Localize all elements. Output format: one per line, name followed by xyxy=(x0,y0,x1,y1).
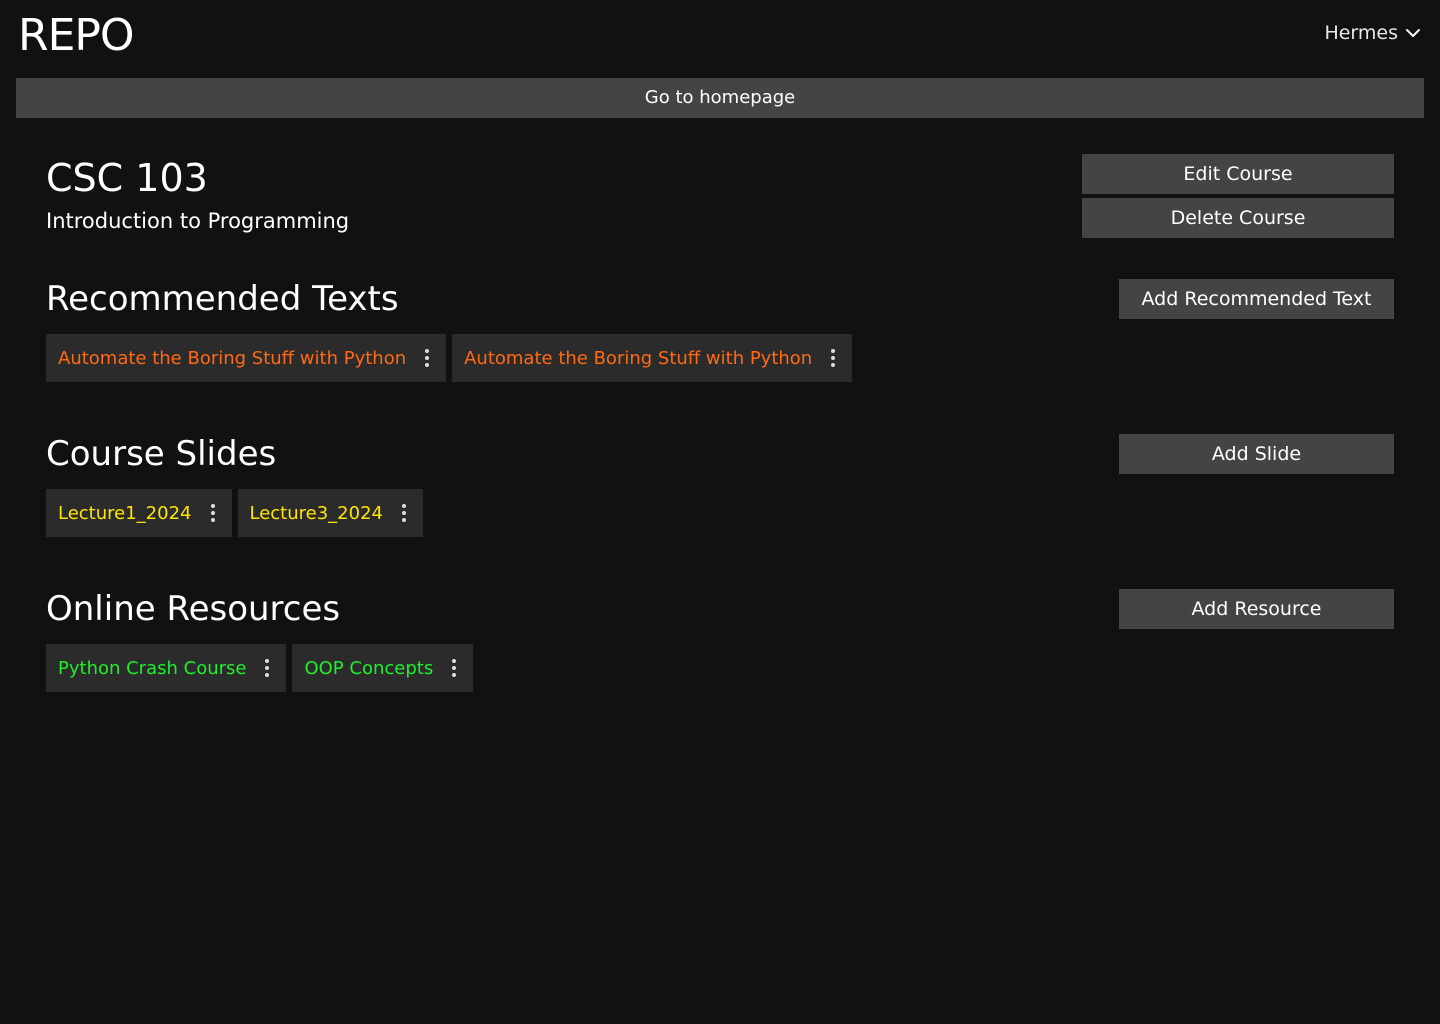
online-resource-label: OOP Concepts xyxy=(304,657,434,679)
online-resource-item[interactable]: OOP Concepts xyxy=(292,644,474,692)
recommended-text-item[interactable]: Automate the Boring Stuff with Python xyxy=(46,334,447,382)
more-vertical-icon[interactable] xyxy=(447,656,461,680)
top-bar: REPO Hermes xyxy=(0,0,1440,78)
course-slide-label: Lecture1_2024 xyxy=(58,502,192,524)
recommended-text-item[interactable]: Automate the Boring Stuff with Python xyxy=(452,334,853,382)
online-resource-item[interactable]: Python Crash Course xyxy=(46,644,287,692)
online-resources-title: Online Resources xyxy=(46,589,341,629)
go-to-homepage-button[interactable]: Go to homepage xyxy=(16,78,1424,118)
online-resources-list: Python Crash Course OOP Concepts xyxy=(46,644,474,692)
course-code: CSC 103 xyxy=(46,156,208,200)
course-slides-list: Lecture1_2024 Lecture3_2024 xyxy=(46,489,423,537)
online-resource-label: Python Crash Course xyxy=(58,657,247,679)
course-name: Introduction to Programming xyxy=(46,209,350,233)
course-slide-item[interactable]: Lecture3_2024 xyxy=(237,489,423,537)
recommended-text-label: Automate the Boring Stuff with Python xyxy=(58,347,407,369)
course-slides-title: Course Slides xyxy=(46,434,277,474)
app-logo[interactable]: REPO xyxy=(18,12,135,60)
more-vertical-icon[interactable] xyxy=(826,346,840,370)
course-slide-item[interactable]: Lecture1_2024 xyxy=(46,489,232,537)
user-name: Hermes xyxy=(1324,22,1398,44)
more-vertical-icon[interactable] xyxy=(397,501,411,525)
chevron-down-icon xyxy=(1406,29,1420,37)
add-slide-button[interactable]: Add Slide xyxy=(1119,434,1394,474)
more-vertical-icon[interactable] xyxy=(420,346,434,370)
delete-course-button[interactable]: Delete Course xyxy=(1082,198,1394,238)
more-vertical-icon[interactable] xyxy=(206,501,220,525)
add-recommended-text-button[interactable]: Add Recommended Text xyxy=(1119,279,1394,319)
recommended-texts-title: Recommended Texts xyxy=(46,279,399,319)
course-slide-label: Lecture3_2024 xyxy=(249,502,384,524)
recommended-texts-list: Automate the Boring Stuff with Python Au… xyxy=(46,334,853,382)
more-vertical-icon[interactable] xyxy=(260,656,274,680)
edit-course-button[interactable]: Edit Course xyxy=(1082,154,1394,194)
recommended-text-label: Automate the Boring Stuff with Python xyxy=(464,347,813,369)
user-menu[interactable]: Hermes xyxy=(1324,22,1422,44)
add-resource-button[interactable]: Add Resource xyxy=(1119,589,1394,629)
